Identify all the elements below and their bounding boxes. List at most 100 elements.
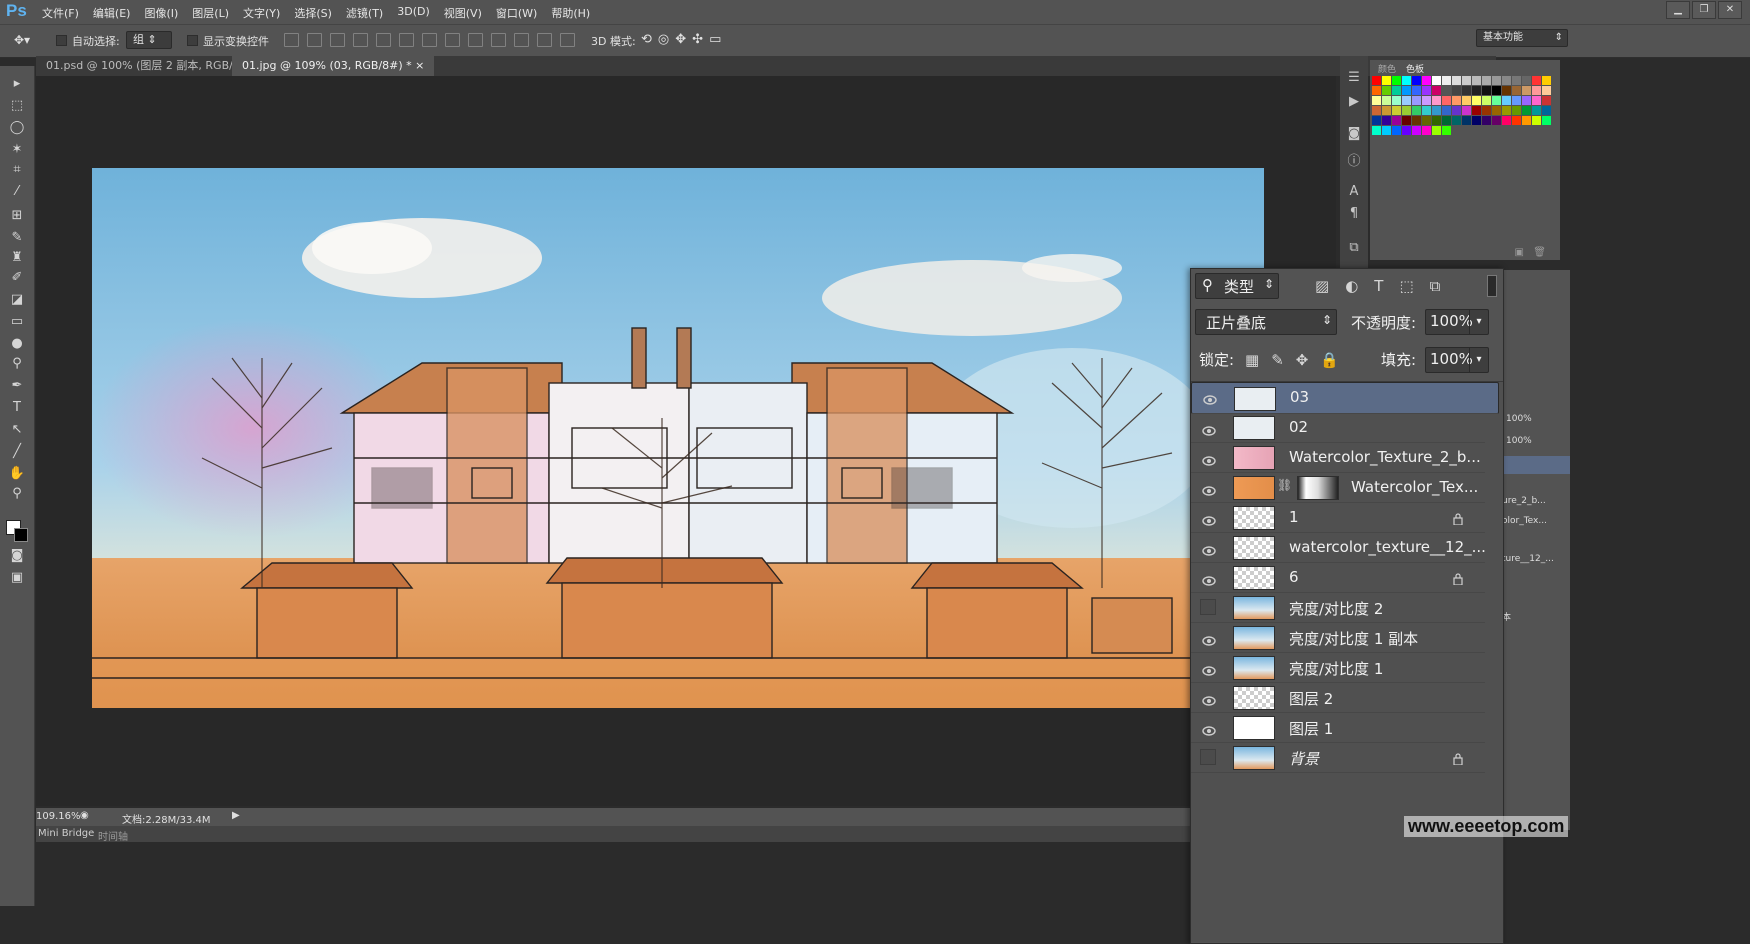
color-swatch[interactable]: [1512, 116, 1521, 125]
eye-icon[interactable]: [1202, 451, 1216, 466]
new-swatch-icon[interactable]: ▣: [1515, 247, 1524, 258]
color-swatch[interactable]: [1522, 76, 1531, 85]
tab-color[interactable]: 颜色: [1378, 62, 1396, 75]
minimize-icon[interactable]: ▁: [1666, 1, 1690, 19]
color-swatch[interactable]: [1442, 96, 1451, 105]
chevron-down-icon[interactable]: ▾: [1469, 310, 1488, 334]
color-swatch[interactable]: [1422, 126, 1431, 135]
color-swatch[interactable]: [1452, 96, 1461, 105]
layer-row[interactable]: 亮度/对比度 1 副本: [1191, 622, 1485, 653]
menu-image[interactable]: 图像(I): [144, 5, 178, 21]
color-swatch[interactable]: [1482, 86, 1491, 95]
quick-mask-icon[interactable]: ◙: [8, 548, 26, 564]
back-selected-row[interactable]: [1502, 456, 1570, 474]
magic-wand-icon[interactable]: ✶: [8, 142, 26, 158]
color-swatch[interactable]: [1402, 116, 1411, 125]
color-swatch[interactable]: [1462, 106, 1471, 115]
line-tool-icon[interactable]: ╱: [8, 444, 26, 460]
tab-01-jpg[interactable]: 01.jpg @ 109% (03, RGB/8#) * ×: [232, 56, 435, 76]
workspace-switcher[interactable]: 基本功能 ⇕: [1476, 29, 1568, 47]
tab-mini-bridge[interactable]: Mini Bridge: [38, 828, 94, 839]
color-swatch[interactable]: [1372, 106, 1381, 115]
character-icon[interactable]: A: [1346, 184, 1362, 200]
background-color-icon[interactable]: [14, 528, 28, 542]
color-swatch[interactable]: [1382, 116, 1391, 125]
eye-icon[interactable]: [1202, 691, 1216, 706]
layer-thumbnail[interactable]: [1233, 746, 1275, 770]
color-swatch[interactable]: [1482, 76, 1491, 85]
align-right-icon[interactable]: [399, 33, 414, 47]
pan-3d-icon[interactable]: ✥: [675, 32, 686, 47]
shape-filter-icon[interactable]: ⬚: [1399, 277, 1413, 295]
distribute-left-icon[interactable]: [491, 33, 506, 47]
color-swatch[interactable]: [1392, 96, 1401, 105]
align-bottom-icon[interactable]: [330, 33, 345, 47]
roll-3d-icon[interactable]: ◎: [658, 32, 669, 47]
color-swatch[interactable]: [1392, 126, 1401, 135]
blend-mode-dropdown[interactable]: 正片叠底 ⇕: [1195, 309, 1337, 335]
color-swatch[interactable]: [1432, 106, 1441, 115]
pen-tool-icon[interactable]: ✒: [8, 378, 26, 394]
eraser-tool-icon[interactable]: ◪: [8, 292, 26, 308]
lock-transparent-icon[interactable]: ▦: [1245, 351, 1259, 369]
clone-stamp-icon[interactable]: ♜: [8, 250, 26, 266]
share-icon[interactable]: ◉: [80, 810, 89, 821]
color-swatch[interactable]: [1412, 76, 1421, 85]
close-icon[interactable]: ✕: [1718, 1, 1742, 19]
color-swatch[interactable]: [1542, 106, 1551, 115]
screen-mode-icon[interactable]: ▣: [8, 570, 26, 586]
layer-row[interactable]: 图层 1: [1191, 712, 1485, 743]
distribute-bottom-icon[interactable]: [468, 33, 483, 47]
eye-icon[interactable]: [1202, 481, 1216, 496]
color-swatch[interactable]: [1502, 116, 1511, 125]
color-swatch[interactable]: [1422, 116, 1431, 125]
show-transform-toggle[interactable]: 显示变换控件: [187, 33, 269, 49]
color-swatch[interactable]: [1372, 96, 1381, 105]
color-swatch[interactable]: [1442, 86, 1451, 95]
color-swatch[interactable]: [1482, 106, 1491, 115]
swatch-grid[interactable]: [1372, 76, 1551, 135]
color-swatch[interactable]: [1432, 96, 1441, 105]
zoom-tool-icon[interactable]: ⚲: [8, 486, 26, 502]
color-swatch[interactable]: [1392, 106, 1401, 115]
auto-select-toggle[interactable]: 自动选择:: [56, 33, 120, 49]
rotate-3d-icon[interactable]: ⟲: [641, 32, 652, 47]
color-swatch[interactable]: [1412, 96, 1421, 105]
eye-icon[interactable]: [1202, 571, 1216, 586]
color-swatch[interactable]: [1492, 76, 1501, 85]
layer-thumbnail[interactable]: [1234, 387, 1276, 411]
color-swatch[interactable]: [1462, 76, 1471, 85]
color-swatch[interactable]: [1522, 116, 1531, 125]
layer-filter-dropdown[interactable]: ⚲ 类型 ⇕: [1195, 273, 1279, 299]
color-swatch[interactable]: [1422, 106, 1431, 115]
distribute-right-icon[interactable]: [537, 33, 552, 47]
color-swatch[interactable]: [1542, 96, 1551, 105]
eyedropper-icon[interactable]: ⁄: [8, 184, 26, 200]
color-swatch[interactable]: [1402, 96, 1411, 105]
menu-3d[interactable]: 3D(D): [397, 5, 430, 21]
auto-select-dropdown[interactable]: 组 ⇕: [126, 31, 172, 49]
layer-row[interactable]: 6: [1191, 562, 1485, 593]
layer-thumbnail[interactable]: [1233, 416, 1275, 440]
chevron-down-icon[interactable]: ▾: [1469, 348, 1488, 372]
layer-thumbnail[interactable]: [1233, 596, 1275, 620]
color-swatch[interactable]: [1382, 126, 1391, 135]
info-icon[interactable]: ⓘ: [1346, 150, 1362, 169]
trash-icon[interactable]: 🗑: [1533, 247, 1546, 258]
color-swatch[interactable]: [1432, 76, 1441, 85]
color-swatch[interactable]: [1442, 126, 1451, 135]
fill-field[interactable]: 100% ▾: [1425, 347, 1489, 373]
lock-all-icon[interactable]: 🔒: [1320, 351, 1339, 369]
color-swatch[interactable]: [1532, 86, 1541, 95]
color-swatch[interactable]: [1392, 86, 1401, 95]
color-swatch[interactable]: [1442, 116, 1451, 125]
color-swatch[interactable]: [1472, 96, 1481, 105]
color-swatch[interactable]: [1532, 96, 1541, 105]
align-left-icon[interactable]: [353, 33, 368, 47]
close-tab-icon[interactable]: ×: [415, 59, 424, 72]
color-swatch[interactable]: [1382, 96, 1391, 105]
layer-row[interactable]: 03: [1191, 382, 1499, 414]
document-canvas-image[interactable]: [92, 168, 1264, 708]
color-swatch[interactable]: [1402, 76, 1411, 85]
actions-icon[interactable]: ▶: [1346, 94, 1362, 110]
